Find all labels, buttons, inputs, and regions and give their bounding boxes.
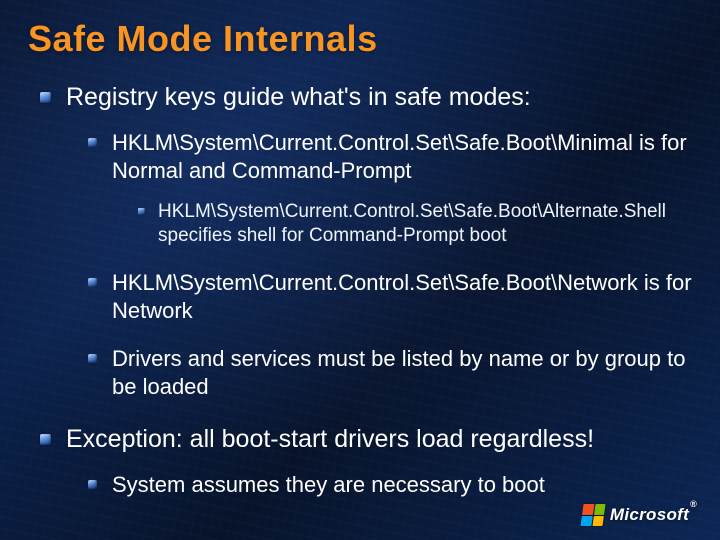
- microsoft-wordmark: Microsoft®: [610, 505, 696, 525]
- footer-brand: Microsoft®: [582, 504, 696, 526]
- slide: Safe Mode Internals Registry keys guide …: [0, 0, 720, 540]
- bullet-text: HKLM\System\Current.Control.Set\Safe.Boo…: [112, 130, 687, 183]
- bullet-text: Exception: all boot-start drivers load r…: [66, 425, 594, 453]
- trademark-symbol: ®: [690, 499, 697, 509]
- bullet-text: Drivers and services must be listed by n…: [112, 346, 685, 399]
- bullet-l2: HKLM\System\Current.Control.Set\Safe.Boo…: [88, 129, 692, 249]
- bullet-list-level3: HKLM\System\Current.Control.Set\Safe.Boo…: [138, 200, 692, 249]
- bullet-l2: System assumes they are necessary to boo…: [88, 471, 692, 499]
- bullet-l1: Registry keys guide what's in safe modes…: [38, 82, 692, 402]
- bullet-l3: HKLM\System\Current.Control.Set\Safe.Boo…: [138, 200, 692, 249]
- microsoft-logo-icon: [582, 504, 604, 526]
- bullet-l1: Exception: all boot-start drivers load r…: [38, 424, 692, 499]
- slide-title: Safe Mode Internals: [28, 18, 692, 60]
- bullet-l2: HKLM\System\Current.Control.Set\Safe.Boo…: [88, 269, 692, 325]
- bullet-l2: Drivers and services must be listed by n…: [88, 345, 692, 401]
- bullet-list-level1: Registry keys guide what's in safe modes…: [38, 82, 692, 499]
- bullet-text: System assumes they are necessary to boo…: [112, 472, 545, 497]
- bullet-list-level2: System assumes they are necessary to boo…: [88, 471, 692, 499]
- bullet-text: Registry keys guide what's in safe modes…: [66, 83, 531, 111]
- bullet-text: HKLM\System\Current.Control.Set\Safe.Boo…: [112, 270, 692, 323]
- brand-text: Microsoft: [610, 505, 689, 524]
- bullet-list-level2: HKLM\System\Current.Control.Set\Safe.Boo…: [88, 129, 692, 401]
- bullet-text: HKLM\System\Current.Control.Set\Safe.Boo…: [158, 201, 666, 247]
